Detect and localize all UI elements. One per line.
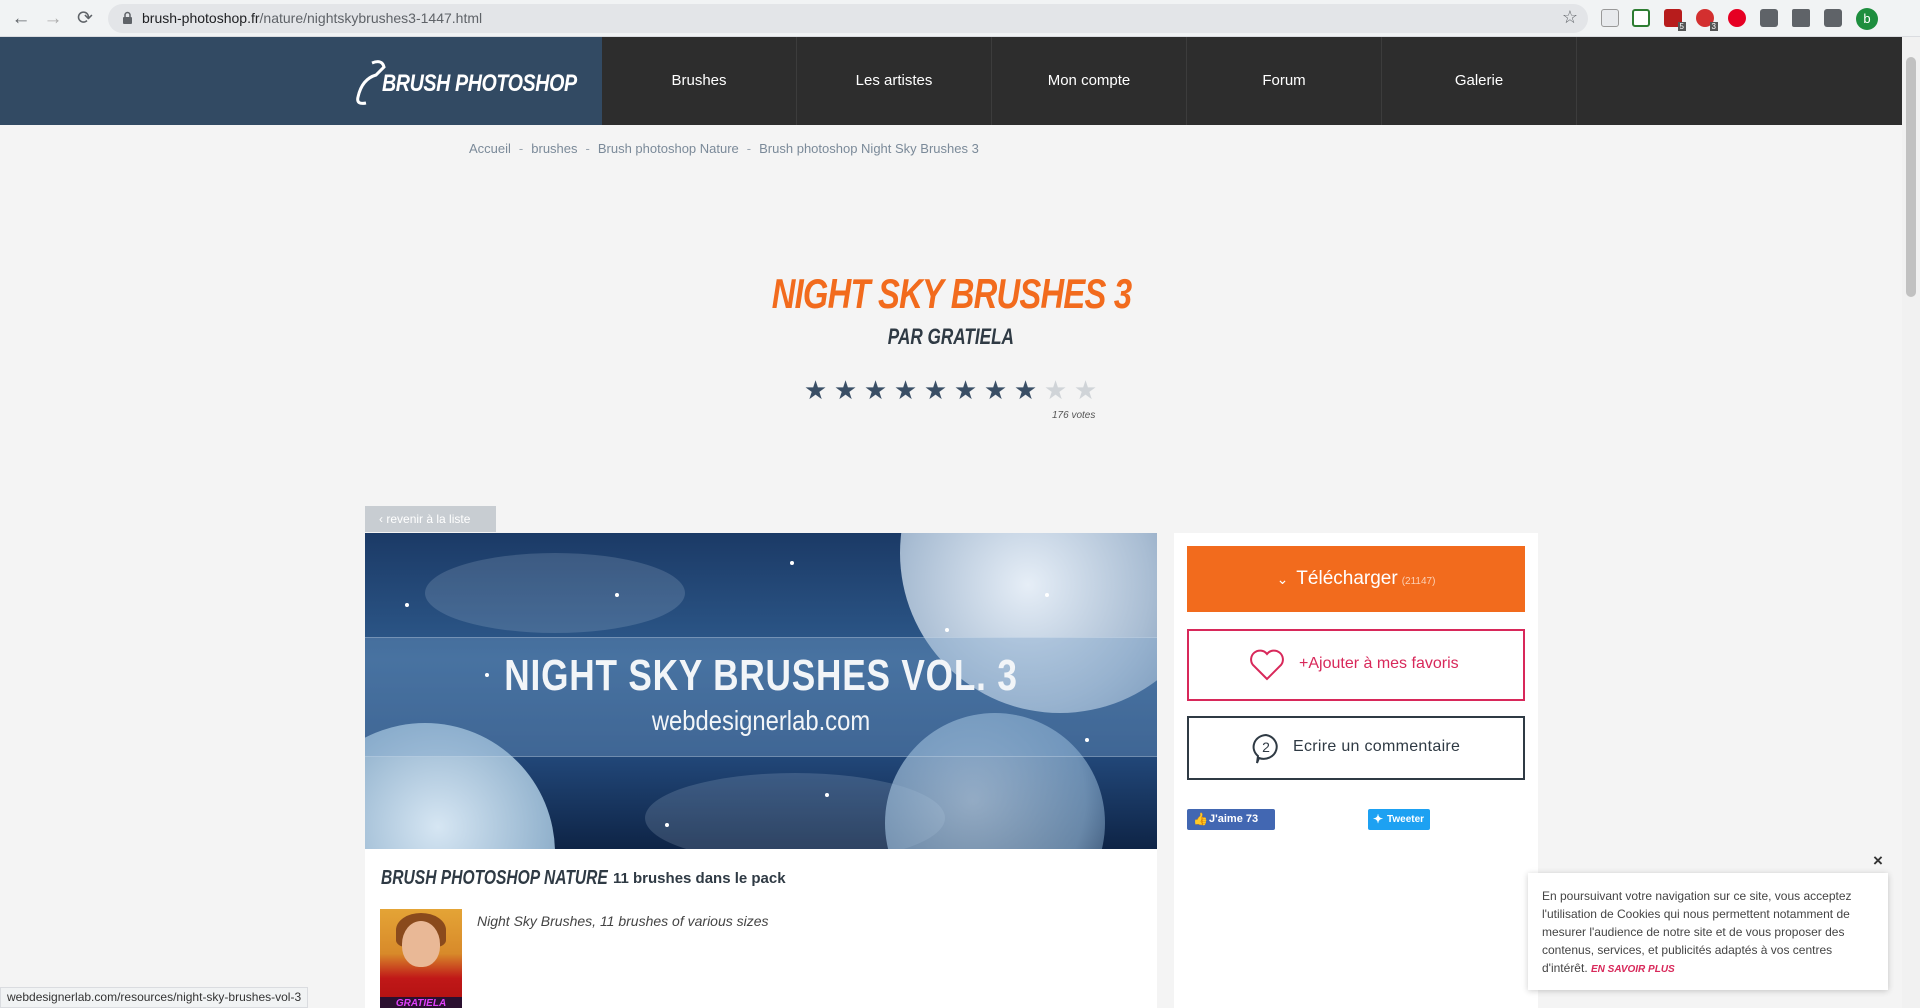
rating-star-icon[interactable]: ★ — [983, 376, 1008, 404]
author-avatar[interactable]: GRATIELA — [380, 909, 462, 1008]
star-dot — [945, 628, 949, 632]
rating-star-icon[interactable]: ★ — [803, 376, 828, 404]
svg-text:2: 2 — [1262, 739, 1270, 755]
back-to-list-link[interactable]: ‹ revenir à la liste — [365, 506, 496, 532]
title-block: NIGHT SKY BRUSHES 3 PAR GRATIELA — [0, 270, 1902, 350]
facebook-like-button[interactable]: 👍 J'aime 73 — [1187, 809, 1275, 830]
page-scrollbar[interactable] — [1902, 37, 1920, 1008]
rating-star-icon[interactable]: ★ — [923, 376, 948, 404]
hero-subtitle: webdesignerlab.com — [651, 705, 871, 736]
back-arrow-icon[interactable]: ← — [8, 6, 34, 32]
extension-ublock-icon[interactable]: 5 — [1664, 9, 1686, 31]
pack-count: 11 brushes dans le pack — [613, 870, 786, 887]
author-link[interactable]: PAR GRATIELA — [888, 324, 1014, 350]
reload-icon[interactable]: ⟳ — [72, 6, 98, 32]
write-comment-button[interactable]: 2 Ecrire un commentaire — [1187, 716, 1525, 780]
heart-icon — [1250, 649, 1284, 681]
extension-store-icon[interactable] — [1760, 9, 1778, 27]
vote-count: 176 votes — [1052, 410, 1096, 421]
description: Night Sky Brushes, 11 brushes of various… — [477, 913, 769, 929]
star-dot — [405, 603, 409, 607]
cookie-banner: En poursuivant votre navigation sur ce s… — [1528, 873, 1888, 990]
breadcrumb-home[interactable]: Accueil — [469, 141, 511, 156]
rating-star-icon[interactable]: ★ — [893, 376, 918, 404]
nav-artists[interactable]: Les artistes — [797, 37, 992, 125]
add-favorite-button[interactable]: +Ajouter à mes favoris — [1187, 629, 1525, 701]
rating-stars[interactable]: ★ ★ ★ ★ ★ ★ ★ ★ ★ ★ — [803, 376, 1098, 404]
breadcrumb-current: Brush photoshop Night Sky Brushes 3 — [759, 141, 979, 156]
star-dot — [825, 793, 829, 797]
main-nav: Brushes Les artistes Mon compte Forum Ga… — [602, 37, 1577, 125]
url-text: brush-photoshop.fr/nature/nightskybrushe… — [142, 10, 483, 26]
extension-adblock-icon[interactable]: 3 — [1696, 9, 1718, 31]
browser-toolbar: ← → ⟳ brush-photoshop.fr/nature/nightsky… — [0, 0, 1920, 37]
address-bar[interactable]: brush-photoshop.fr/nature/nightskybrushe… — [108, 4, 1588, 33]
nav-gallery[interactable]: Galerie — [1382, 37, 1577, 125]
bookmark-star-icon[interactable]: ☆ — [1562, 7, 1578, 28]
page-title: NIGHT SKY BRUSHES 3 — [771, 270, 1131, 317]
twitter-bird-icon: ✦ — [1373, 812, 1384, 826]
reading-list-icon[interactable] — [1601, 9, 1619, 27]
site-header: BRUSH PHOTOSHOP Brushes Les artistes Mon… — [0, 37, 1902, 125]
puzzle-extensions-icon[interactable] — [1792, 9, 1810, 27]
category-title[interactable]: BRUSH PHOTOSHOP NATURE — [381, 867, 608, 890]
scrollbar-thumb[interactable] — [1906, 57, 1916, 297]
cloud-shape — [425, 553, 685, 633]
avatar-name-tag: GRATIELA — [380, 997, 462, 1008]
star-dot — [1045, 593, 1049, 597]
nav-forum[interactable]: Forum — [1187, 37, 1382, 125]
star-dot — [665, 823, 669, 827]
status-bar-url: webdesignerlab.com/resources/night-sky-b… — [0, 987, 309, 1008]
site-logo[interactable]: BRUSH PHOTOSHOP — [352, 57, 577, 107]
extension-shield-icon[interactable] — [1632, 9, 1650, 27]
avatar-face — [402, 921, 440, 967]
star-dot — [615, 593, 619, 597]
tweet-button[interactable]: ✦ Tweeter — [1368, 809, 1430, 830]
forward-arrow-icon[interactable]: → — [40, 6, 66, 32]
thumbs-up-icon: 👍 — [1193, 812, 1208, 826]
details-panel: BRUSH PHOTOSHOP NATURE 11 brushes dans l… — [365, 849, 1157, 1008]
rating-star-icon[interactable]: ★ — [1013, 376, 1038, 404]
logo-area: BRUSH PHOTOSHOP — [0, 37, 602, 125]
preview-image[interactable]: NIGHT SKY BRUSHES VOL. 3 webdesignerlab.… — [365, 533, 1157, 849]
breadcrumb-nature[interactable]: Brush photoshop Nature — [598, 141, 739, 156]
action-sidebar: ⌄ Télécharger (21147) +Ajouter à mes favor… — [1174, 533, 1538, 1008]
rating-star-icon[interactable]: ★ — [833, 376, 858, 404]
download-button[interactable]: ⌄ Télécharger (21147) — [1187, 546, 1525, 612]
breadcrumb-brushes[interactable]: brushes — [531, 141, 577, 156]
profile-avatar[interactable]: b — [1856, 8, 1878, 30]
rating-star-icon[interactable]: ★ — [863, 376, 888, 404]
comment-bubble-icon: 2 — [1252, 733, 1278, 764]
cookie-more-link[interactable]: EN SAVOIR PLUS — [1591, 964, 1675, 975]
nav-brushes[interactable]: Brushes — [602, 37, 797, 125]
cookie-text: En poursuivant votre navigation sur ce s… — [1542, 889, 1852, 975]
rating-star-icon[interactable]: ★ — [953, 376, 978, 404]
star-dot — [1085, 738, 1089, 742]
rating-star-icon[interactable]: ★ — [1073, 376, 1098, 404]
download-count: (21147) — [1401, 576, 1436, 587]
cookie-close-icon[interactable]: × — [1873, 851, 1883, 871]
rating-star-icon[interactable]: ★ — [1043, 376, 1068, 404]
nav-account[interactable]: Mon compte — [992, 37, 1187, 125]
pinterest-icon[interactable] — [1728, 9, 1746, 27]
lock-icon — [123, 11, 132, 24]
media-queue-icon[interactable] — [1824, 9, 1842, 27]
star-dot — [790, 561, 794, 565]
breadcrumb: Accueil - brushes - Brush photoshop Natu… — [469, 141, 979, 156]
chevron-down-icon: ⌄ — [1276, 571, 1289, 587]
hero-title: NIGHT SKY BRUSHES VOL. 3 — [504, 651, 1018, 700]
